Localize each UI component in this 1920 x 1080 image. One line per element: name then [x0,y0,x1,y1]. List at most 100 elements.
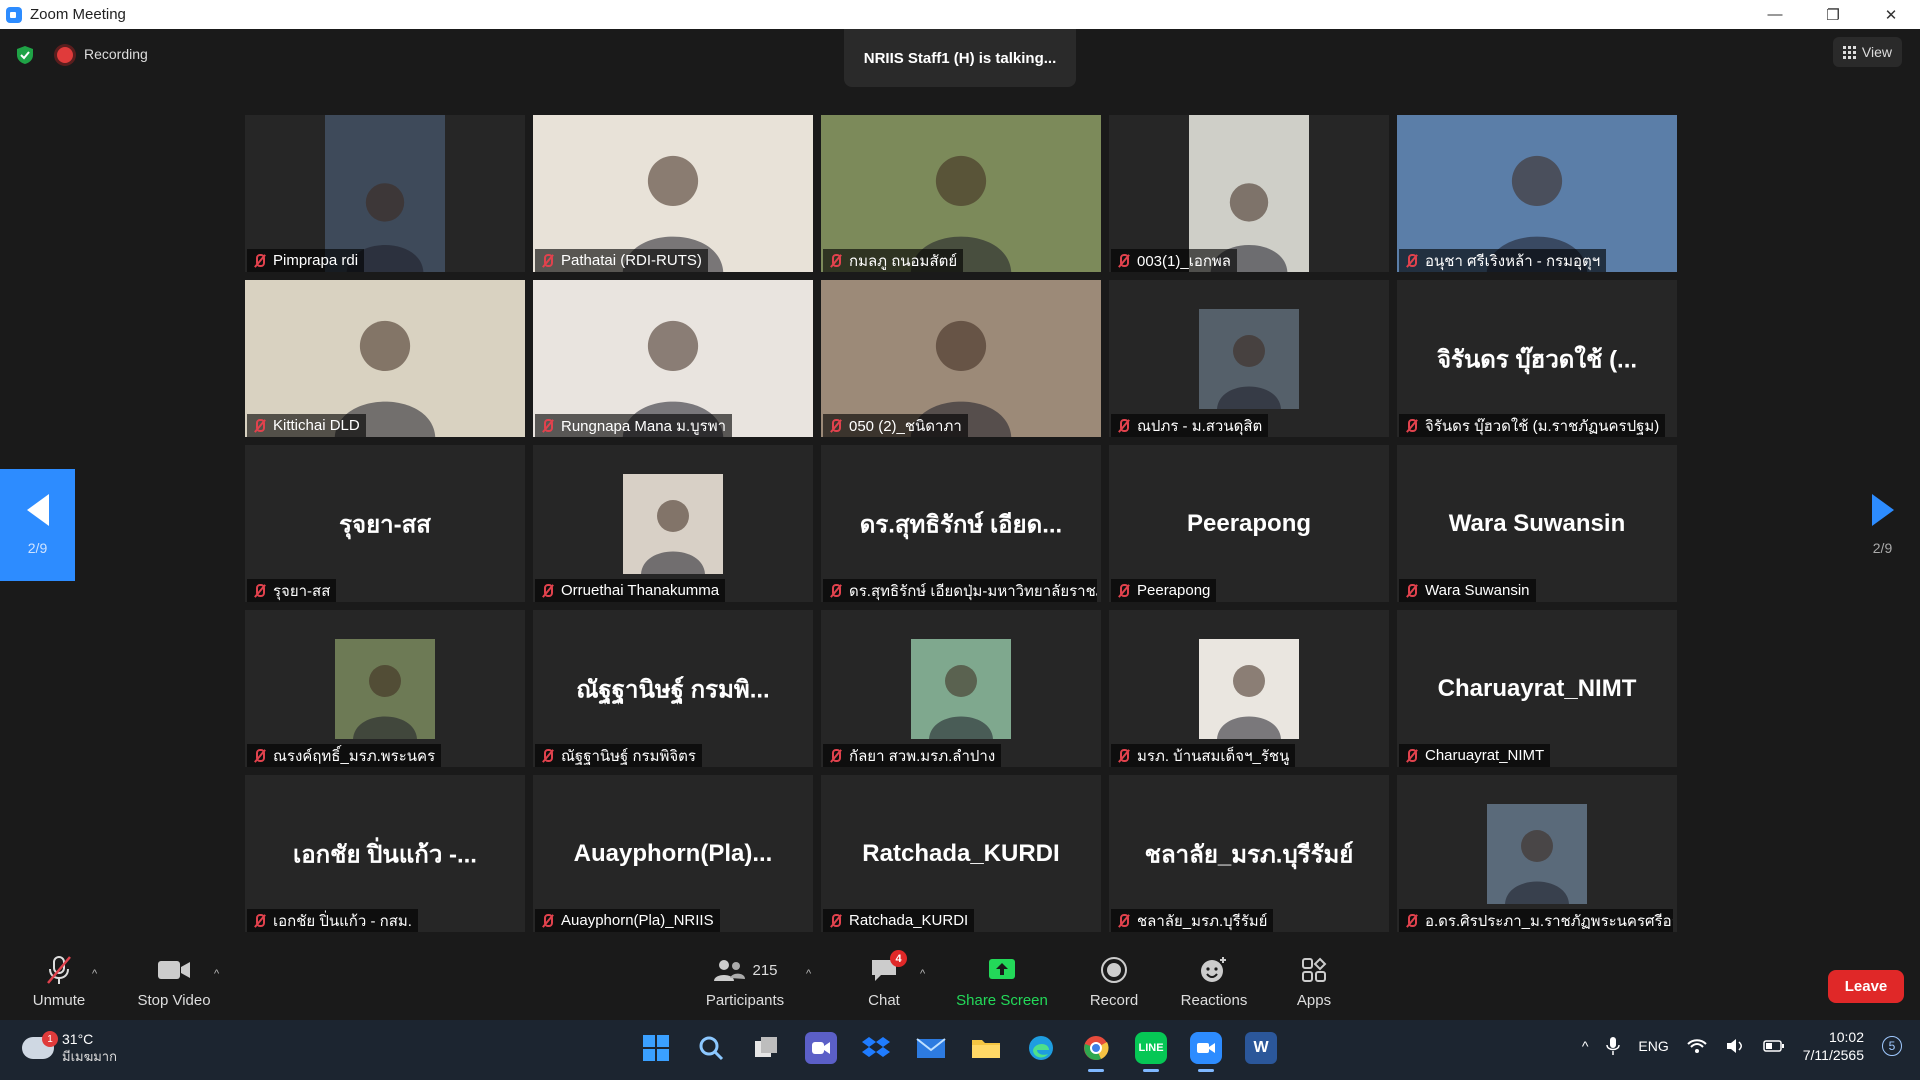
participant-tile[interactable]: 050 (2)_ชนิดาภา [821,280,1101,437]
chat-label: Chat [868,992,900,1009]
muted-mic-icon [251,748,267,764]
record-icon [1101,957,1127,983]
video-options-caret-icon[interactable]: ^ [214,968,219,980]
windows-start-icon[interactable] [640,1032,672,1064]
close-icon[interactable]: ✕ [1862,0,1920,29]
clock-time: 10:02 [1828,1029,1864,1045]
audio-options-caret-icon[interactable]: ^ [92,968,97,980]
participant-tile[interactable]: เอกชัย ปิ่นแก้ว -... เอกชัย ปิ่นแก้ว - กส… [245,775,525,932]
next-page-button[interactable]: 2/9 [1845,469,1920,581]
muted-mic-icon [1403,583,1419,599]
participant-display-name: ณัฐฐานิษฐ์ กรมพิ... [576,676,770,703]
participant-nameplate: เอกชัย ปิ่นแก้ว - กสม. [247,909,418,932]
participant-tile[interactable]: Auayphorn(Pla)... Auayphorn(Pla)_NRIIS [533,775,813,932]
participant-nameplate: Auayphorn(Pla)_NRIIS [535,909,720,932]
wifi-icon[interactable] [1687,1038,1707,1054]
participant-display-name: Wara Suwansin [1448,509,1626,537]
participant-tile[interactable]: อนุชา ศรีเริงหล้า - กรมอุตุฯ [1397,115,1677,272]
muted-mic-icon [539,583,555,599]
reactions-button[interactable]: Reactions [1180,954,1248,1009]
stop-video-label: Stop Video [137,992,211,1009]
windows-taskbar: 1 31°C มีเมฆมาก LINE W ^ ENG 10:02 7/11/… [0,1020,1920,1080]
participant-name: Rungnapa Mana ม.บูรพา [561,417,727,435]
participant-name: Peerapong [1137,582,1211,599]
participant-tile[interactable]: Orruethai Thanakumma [533,445,813,602]
input-language[interactable]: ENG [1638,1038,1668,1054]
participant-tile[interactable]: ณัฐฐานิษฐ์ กรมพิ... ณัฐฐานิษฐ์ กรมพิจิตร [533,610,813,767]
apps-button[interactable]: Apps [1295,954,1333,1009]
dropbox-icon[interactable] [860,1032,892,1064]
participant-nameplate: รุจยา-สส [247,579,337,602]
task-view-icon[interactable] [750,1032,782,1064]
participant-tile[interactable]: รุจยา-สส รุจยา-สส [245,445,525,602]
security-shield-icon[interactable] [16,45,34,65]
microphone-tray-icon[interactable] [1606,1036,1621,1056]
word-icon[interactable]: W [1245,1032,1277,1064]
participant-tile[interactable]: กัลยา สวพ.มรภ.ลำปาง [821,610,1101,767]
muted-mic-icon [1115,748,1131,764]
participant-tile[interactable]: Rungnapa Mana ม.บูรพา [533,280,813,437]
share-screen-button[interactable]: Share Screen [956,954,1048,1009]
line-app-icon[interactable]: LINE [1135,1032,1167,1072]
leave-button[interactable]: Leave [1828,970,1904,1003]
search-icon[interactable] [695,1032,727,1064]
participants-button[interactable]: 215 Participants [700,954,790,1009]
chat-button[interactable]: 4 Chat [858,950,910,1009]
participant-tile[interactable]: Peerapong Peerapong [1109,445,1389,602]
participant-name: จิรันดร บุ๊ฮวดใช้ (ม.ราชภัฏนครปฐม) [1425,417,1660,435]
participant-tile[interactable]: 003(1)_เอกพล [1109,115,1389,272]
participant-nameplate: Charuayrat_NIMT [1399,744,1551,767]
participant-tile[interactable]: ดร.สุทธิรักษ์ เอียด... ดร.สุทธิรักษ์ เอีย… [821,445,1101,602]
participants-caret-icon[interactable]: ^ [806,968,811,980]
participant-tile[interactable]: ชลาลัย_มรภ.บุรีรัมย์ ชลาลัย_มรภ.บุรีรัมย์ [1109,775,1389,932]
notification-center-icon[interactable]: 5 [1882,1036,1902,1056]
participant-tile[interactable]: Kittichai DLD [245,280,525,437]
participant-name: Kittichai DLD [273,417,360,434]
previous-page-button[interactable]: 2/9 [0,469,75,581]
participant-tile[interactable]: Pimprapa rdi [245,115,525,272]
participant-tile[interactable]: Charuayrat_NIMT Charuayrat_NIMT [1397,610,1677,767]
participant-tile[interactable]: Pathatai (RDI-RUTS) [533,115,813,272]
view-label: View [1861,44,1892,60]
zoom-taskbar-icon[interactable] [1190,1032,1222,1072]
teams-chat-icon[interactable] [805,1032,837,1064]
unmute-button[interactable]: Unmute [30,954,88,1009]
battery-icon[interactable] [1763,1039,1785,1053]
volume-icon[interactable] [1725,1038,1745,1054]
participant-video [1199,639,1299,739]
participant-nameplate: ชลาลัย_มรภ.บุรีรัมย์ [1111,909,1274,932]
restore-icon[interactable]: ❐ [1804,0,1862,29]
muted-mic-icon [1115,418,1131,434]
participant-tile[interactable]: จิรันดร บุ๊ฮวดใช้ (... จิรันดร บุ๊ฮวดใช้ … [1397,280,1677,437]
participant-name: 003(1)_เอกพล [1137,252,1231,270]
record-button[interactable]: Record [1088,954,1140,1009]
participant-name: ณัฐฐานิษฐ์ กรมพิจิตร [561,747,696,765]
participant-nameplate: Wara Suwansin [1399,579,1536,602]
view-button[interactable]: View [1832,37,1902,67]
participant-name: ณปภร - ม.สวนดุสิต [1137,417,1263,435]
weather-widget[interactable]: 1 31°C มีเมฆมาก [22,1030,117,1066]
show-hidden-icons-icon[interactable]: ^ [1582,1038,1589,1054]
stop-video-button[interactable]: Stop Video [134,954,214,1009]
microphone-muted-icon [47,956,71,984]
minimize-icon[interactable]: — [1746,0,1804,29]
participant-tile[interactable]: ณรงค์ฤทธิ์_มรภ.พระนคร [245,610,525,767]
temperature: 31°C [62,1031,94,1047]
window-controls: — ❐ ✕ [1746,0,1920,29]
file-explorer-icon[interactable] [970,1032,1002,1064]
mail-icon[interactable] [915,1032,947,1064]
chrome-browser-icon[interactable] [1080,1032,1112,1072]
participant-tile[interactable]: กมลภู ถนอมสัตย์ [821,115,1101,272]
participant-tile[interactable]: ณปภร - ม.สวนดุสิต [1109,280,1389,437]
participant-tile[interactable]: Ratchada_KURDI Ratchada_KURDI [821,775,1101,932]
clock[interactable]: 10:02 7/11/2565 [1803,1028,1864,1064]
participant-nameplate: อนุชา ศรีเริงหล้า - กรมอุตุฯ [1399,249,1607,272]
participant-tile[interactable]: อ.ดร.ศิรประภา_ม.ราชภัฏพระนครศรีอยุธ... [1397,775,1677,932]
meeting-toolbar: Unmute ^ Stop Video ^ 215 Participants ^ [0,946,1920,1020]
participant-tile[interactable]: มรภ. บ้านสมเด็จฯ_รัชนู [1109,610,1389,767]
chat-caret-icon[interactable]: ^ [920,968,925,980]
participant-name: เอกชัย ปิ่นแก้ว - กสม. [273,912,412,930]
participant-display-name: Peerapong [1186,509,1312,537]
edge-browser-icon[interactable] [1025,1032,1057,1064]
participant-tile[interactable]: Wara Suwansin Wara Suwansin [1397,445,1677,602]
